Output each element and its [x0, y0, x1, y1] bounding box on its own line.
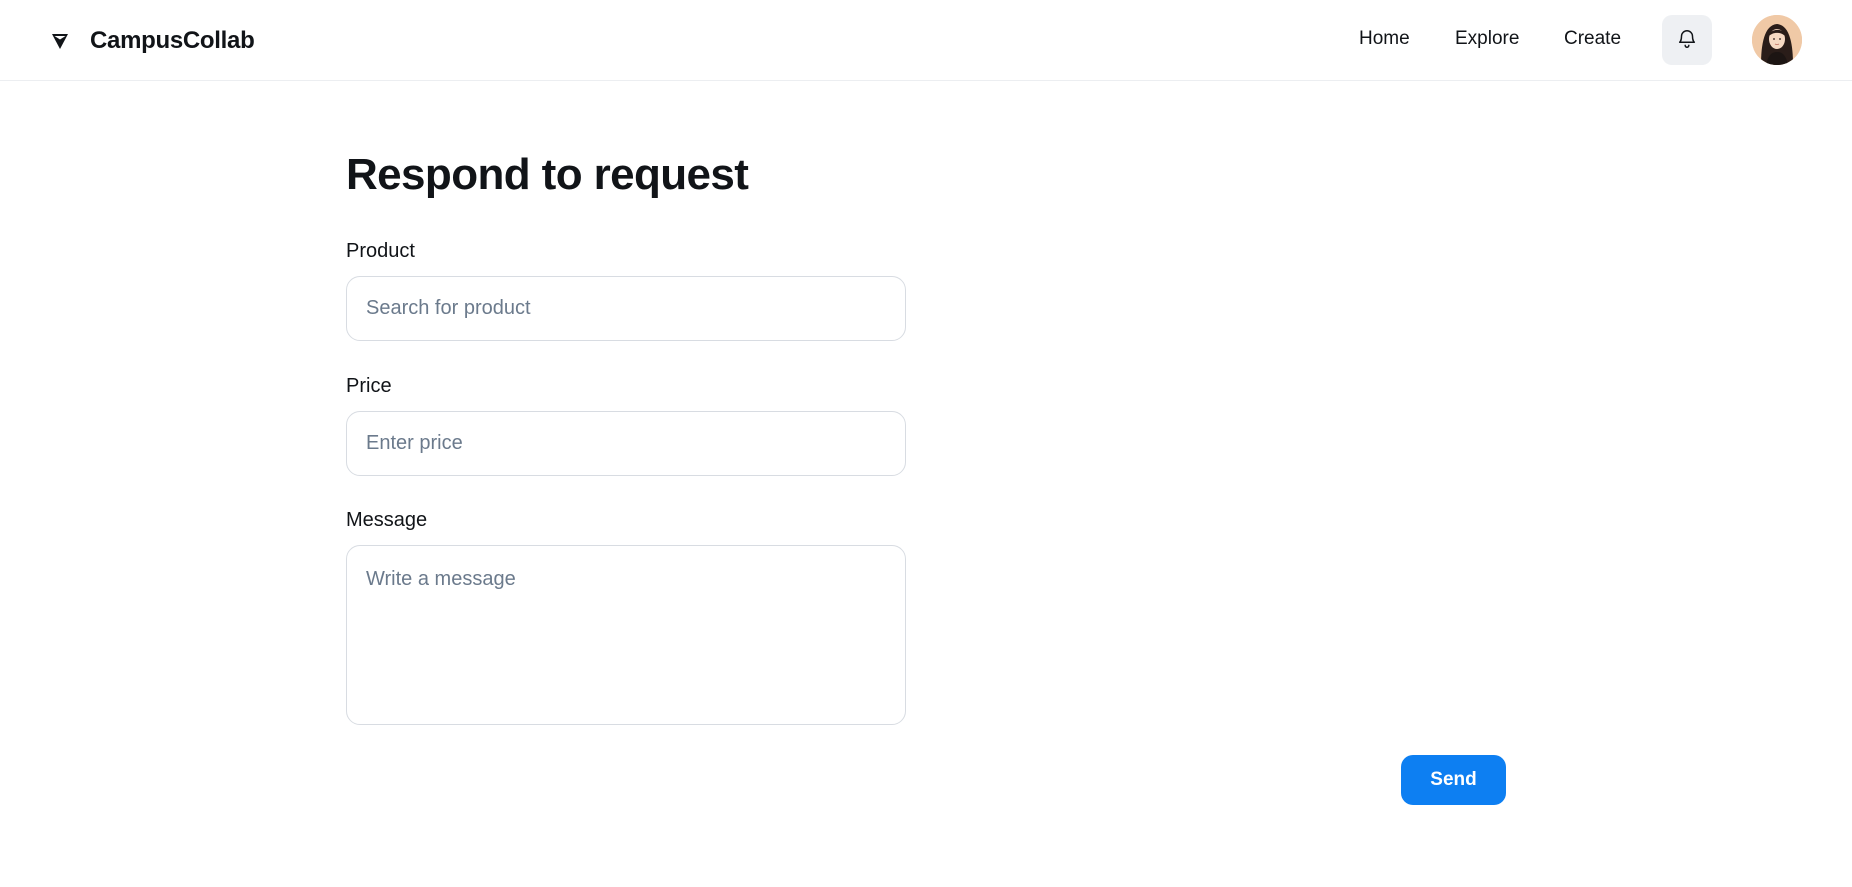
- notifications-button[interactable]: [1662, 15, 1712, 65]
- price-input[interactable]: [346, 411, 906, 476]
- nav-explore-link[interactable]: Explore: [1455, 28, 1519, 50]
- triangle-logo-icon: [48, 29, 72, 53]
- brand[interactable]: CampusCollab: [48, 22, 255, 60]
- nav-create-link[interactable]: Create: [1564, 28, 1621, 50]
- nav-home-link[interactable]: Home: [1359, 28, 1410, 50]
- avatar-portrait: [1752, 15, 1802, 65]
- product-search-input[interactable]: [346, 276, 906, 341]
- page-title: Respond to request: [346, 150, 749, 199]
- top-navigation-bar: CampusCollab Home Explore Create: [0, 0, 1852, 81]
- brand-name: CampusCollab: [90, 27, 255, 54]
- price-label: Price: [346, 375, 392, 397]
- message-label: Message: [346, 509, 428, 531]
- send-button[interactable]: Send: [1401, 755, 1506, 805]
- message-textarea[interactable]: [346, 545, 906, 725]
- bell-icon: [1676, 28, 1698, 53]
- product-label: Product: [346, 240, 415, 262]
- user-avatar[interactable]: [1752, 15, 1802, 65]
